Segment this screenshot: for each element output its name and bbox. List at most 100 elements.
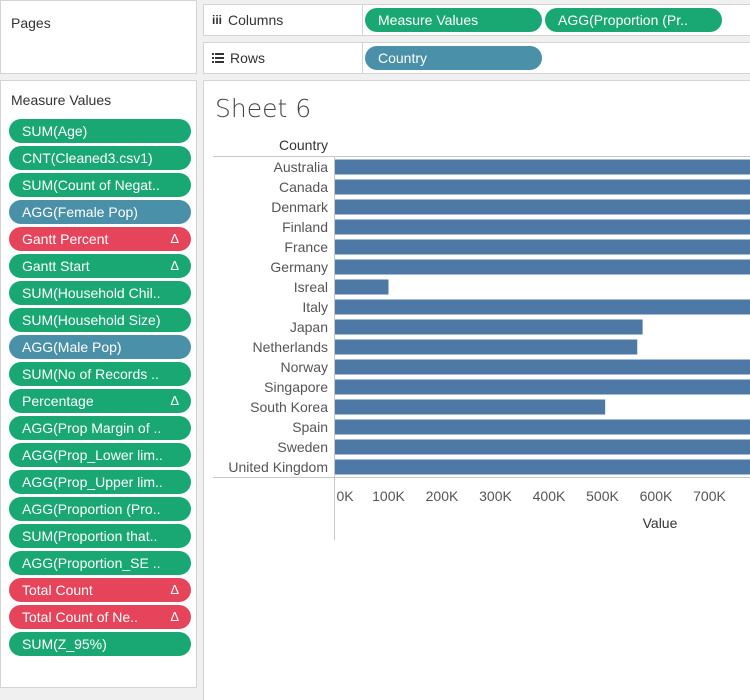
measure-pill-label: SUM(Proportion that.. <box>22 528 158 544</box>
measure-pill[interactable]: SUM(No of Records .. <box>9 362 191 386</box>
measure-pill[interactable]: AGG(Prop Margin of .. <box>9 416 191 440</box>
row-label: South Korea <box>250 399 328 415</box>
bar <box>335 279 389 295</box>
measure-pill[interactable]: CNT(Cleaned3.csv1) <box>9 146 191 170</box>
measure-pill-label: SUM(Count of Negat.. <box>22 177 160 193</box>
bar <box>335 299 750 315</box>
calculated-field-delta-icon: Δ <box>170 393 179 408</box>
calculated-field-delta-icon: Δ <box>170 609 179 624</box>
measure-pill[interactable]: Gantt Percent Δ <box>9 227 191 251</box>
measure-pill[interactable]: AGG(Proportion (Pro.. <box>9 497 191 521</box>
measure-pill-label: AGG(Prop_Lower lim.. <box>22 447 163 463</box>
row-label: Finland <box>282 219 328 235</box>
measure-pill-label: Gantt Percent <box>22 231 109 247</box>
measure-pill[interactable]: AGG(Male Pop) <box>9 335 191 359</box>
x-tick-label: 400K <box>533 488 566 504</box>
rows-pill-country[interactable]: Country <box>365 46 542 70</box>
bar <box>335 219 750 235</box>
measure-pill-label: AGG(Male Pop) <box>22 339 122 355</box>
x-axis-title: Value <box>643 515 678 531</box>
bar <box>335 439 750 455</box>
rows-divider <box>362 43 363 73</box>
row-label: Norway <box>281 359 328 375</box>
measure-pill[interactable]: AGG(Prop_Lower lim.. <box>9 443 191 467</box>
bar <box>335 419 750 435</box>
bar <box>335 339 638 355</box>
row-label: Isreal <box>294 279 328 295</box>
bar <box>335 159 750 175</box>
measure-pill-label: SUM(Household Chil.. <box>22 285 161 301</box>
pages-title: Pages <box>11 15 51 31</box>
measure-pill-label: SUM(No of Records .. <box>22 366 159 382</box>
measure-pill-label: AGG(Proportion_SE .. <box>22 555 161 571</box>
columns-icon: iii <box>212 13 223 27</box>
measure-pill[interactable]: SUM(Household Chil.. <box>9 281 191 305</box>
pages-pane[interactable]: Pages <box>0 0 197 74</box>
x-tick-label: 700K <box>693 488 726 504</box>
row-label: Spain <box>292 419 328 435</box>
x-tick-label: 200K <box>426 488 459 504</box>
row-label: Germany <box>270 259 328 275</box>
measure-pill[interactable]: AGG(Proportion_SE .. <box>9 551 191 575</box>
row-label: Denmark <box>271 199 329 215</box>
measure-pill[interactable]: SUM(Proportion that.. <box>9 524 191 548</box>
measure-pill-label: Percentage <box>22 393 94 409</box>
row-label: Italy <box>302 299 328 315</box>
measure-pill[interactable]: AGG(Female Pop) <box>9 200 191 224</box>
measure-pill-label: Total Count of Ne.. <box>22 609 138 625</box>
x-tick-label: 0K <box>336 488 354 504</box>
measure-pill[interactable]: Total Count Δ <box>9 578 191 602</box>
measure-pill[interactable]: Total Count of Ne.. Δ <box>9 605 191 629</box>
bar <box>335 359 750 375</box>
measure-pill[interactable]: SUM(Count of Negat.. <box>9 173 191 197</box>
calculated-field-delta-icon: Δ <box>170 582 179 597</box>
row-label: France <box>284 239 328 255</box>
calculated-field-delta-icon: Δ <box>170 258 179 273</box>
measure-pill-label: SUM(Z_95%) <box>22 636 107 652</box>
measure-pill[interactable]: SUM(Household Size) <box>9 308 191 332</box>
x-tick-label: 100K <box>372 488 405 504</box>
measure-pill-label: AGG(Proportion (Pro.. <box>22 501 161 517</box>
measure-pill[interactable]: SUM(Z_95%) <box>9 632 191 656</box>
rows-icon <box>212 53 224 63</box>
row-label: Australia <box>274 159 329 175</box>
bar <box>335 379 750 395</box>
row-label: Sweden <box>277 439 328 455</box>
measure-pill[interactable]: Percentage Δ <box>9 389 191 413</box>
measure-pill-label: Gantt Start <box>22 258 90 274</box>
rows-label: Rows <box>212 50 265 66</box>
measure-pill-label: AGG(Prop Margin of .. <box>22 420 162 436</box>
measure-pill-label: SUM(Age) <box>22 123 88 139</box>
columns-label: iii Columns <box>212 12 284 28</box>
measure-pill[interactable]: AGG(Prop_Upper lim.. <box>9 470 191 494</box>
row-label: Canada <box>279 179 328 195</box>
bar-chart[interactable]: Country Australia Canada Denmark Finland Fran… <box>203 130 750 550</box>
x-tick-label: 600K <box>640 488 673 504</box>
bar <box>335 459 750 475</box>
measure-pill[interactable]: SUM(Age) <box>9 119 191 143</box>
bar <box>335 259 750 275</box>
x-tick-label: 300K <box>479 488 512 504</box>
measure-pill-label: Total Count <box>22 582 93 598</box>
sheet-title: Sheet 6 <box>215 94 312 123</box>
columns-pill-measure-values[interactable]: Measure Values <box>365 8 542 32</box>
bar <box>335 399 606 415</box>
columns-pill-agg-proportion[interactable]: AGG(Proportion (Pr.. <box>545 8 722 32</box>
x-tick-label: 500K <box>586 488 619 504</box>
row-label: Japan <box>290 319 328 335</box>
row-header-country: Country <box>279 137 328 153</box>
bar <box>335 319 643 335</box>
columns-divider <box>362 5 363 35</box>
bar <box>335 179 750 195</box>
bar <box>335 199 750 215</box>
calculated-field-delta-icon: Δ <box>170 231 179 246</box>
measure-pill-label: AGG(Prop_Upper lim.. <box>22 474 163 490</box>
measure-values-title: Measure Values <box>11 92 112 108</box>
measure-pill-label: SUM(Household Size) <box>22 312 161 328</box>
row-label: Singapore <box>264 379 328 395</box>
row-label: United Kingdom <box>228 459 328 475</box>
measure-pill-label: AGG(Female Pop) <box>22 204 138 220</box>
measure-pill-label: CNT(Cleaned3.csv1) <box>22 150 153 166</box>
bar <box>335 239 750 255</box>
measure-pill[interactable]: Gantt Start Δ <box>9 254 191 278</box>
